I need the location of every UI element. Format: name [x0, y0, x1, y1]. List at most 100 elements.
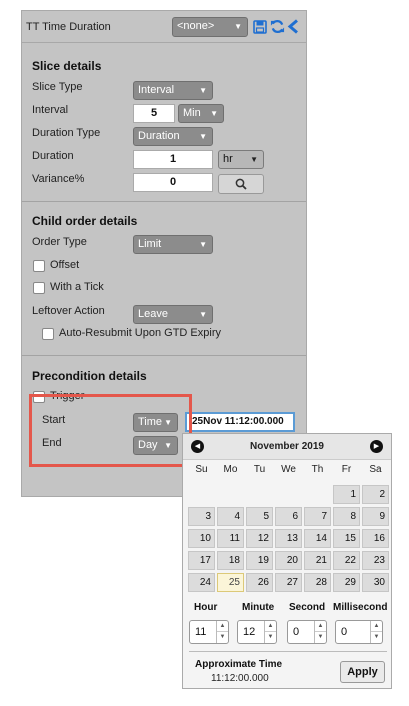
calendar-day[interactable]: 20: [275, 551, 302, 570]
auto-resubmit-checkbox[interactable]: [42, 328, 54, 340]
millisecond-stepper[interactable]: 0 ▲ ▼: [335, 620, 383, 644]
with-tick-checkbox[interactable]: [33, 282, 45, 294]
calendar-day[interactable]: 16: [362, 529, 389, 548]
weekday-label: We: [281, 464, 296, 475]
calendar-day[interactable]: 28: [304, 573, 331, 592]
calendar-day[interactable]: 1: [333, 485, 360, 504]
stepper-up-icon[interactable]: ▲: [371, 621, 382, 632]
calendar-day[interactable]: 9: [362, 507, 389, 526]
weekday-label: Th: [311, 464, 324, 475]
panel-title: TT Time Duration: [26, 21, 111, 33]
slice-details-title: Slice details: [32, 59, 102, 73]
stepper-down-icon[interactable]: ▼: [265, 632, 276, 643]
calendar-day[interactable]: 22: [333, 551, 360, 570]
template-select[interactable]: <none> ▼: [172, 17, 248, 37]
calendar-day[interactable]: 3: [188, 507, 215, 526]
weekday-label: Tu: [253, 464, 266, 475]
section-divider: [22, 201, 306, 202]
calendar-day[interactable]: 26: [246, 573, 273, 592]
weekday-label: Sa: [369, 464, 382, 475]
millisecond-value: 0: [341, 626, 348, 638]
duration-type-select[interactable]: Duration ▼: [133, 127, 213, 146]
approx-time-value: 11:12:00.000: [211, 673, 269, 684]
minute-stepper[interactable]: 12 ▲ ▼: [237, 620, 277, 644]
calendar-day[interactable]: 19: [246, 551, 273, 570]
variance-input[interactable]: 0: [133, 173, 213, 192]
calendar-day[interactable]: 7: [304, 507, 331, 526]
hour-value: 11: [195, 626, 207, 638]
order-type-label: Order Type: [32, 236, 87, 248]
duration-type-value: Duration: [138, 130, 180, 142]
weekday-label: Fr: [341, 464, 352, 475]
leftover-action-select[interactable]: Leave ▼: [133, 305, 213, 324]
next-month-icon[interactable]: ▶: [370, 440, 383, 453]
calendar-day[interactable]: 17: [188, 551, 215, 570]
stepper-down-icon[interactable]: ▼: [371, 632, 382, 643]
slice-type-select[interactable]: Interval ▼: [133, 81, 213, 100]
second-stepper[interactable]: 0 ▲ ▼: [287, 620, 327, 644]
search-button[interactable]: [218, 174, 264, 194]
calendar-day[interactable]: 8: [333, 507, 360, 526]
duration-input[interactable]: 1: [133, 150, 213, 169]
weekday-label: Su: [195, 464, 208, 475]
calendar-day[interactable]: 21: [304, 551, 331, 570]
calendar-day[interactable]: 10: [188, 529, 215, 548]
calendar-day[interactable]: 2: [362, 485, 389, 504]
calendar-day[interactable]: 4: [217, 507, 244, 526]
stepper-down-icon[interactable]: ▼: [217, 632, 228, 643]
chevron-down-icon: ▼: [250, 155, 258, 164]
child-order-title: Child order details: [32, 214, 138, 228]
stepper-up-icon[interactable]: ▲: [315, 621, 326, 632]
stepper-down-icon[interactable]: ▼: [315, 632, 326, 643]
calendar-day[interactable]: 13: [275, 529, 302, 548]
millisecond-label: Millisecond: [333, 602, 388, 613]
interval-unit-select[interactable]: Min ▼: [178, 104, 224, 123]
start-datetime-input[interactable]: 25Nov 11:12:00.000: [185, 412, 295, 432]
calendar-day[interactable]: 30: [362, 573, 389, 592]
second-stepper-controls: ▲ ▼: [314, 621, 326, 643]
calendar-day-today[interactable]: 25: [217, 573, 244, 592]
save-icon[interactable]: [253, 20, 267, 34]
duration-type-label: Duration Type: [32, 127, 101, 139]
calendar-day[interactable]: 12: [246, 529, 273, 548]
refresh-icon[interactable]: [270, 19, 285, 34]
calendar-day[interactable]: 18: [217, 551, 244, 570]
calendar-day[interactable]: 5: [246, 507, 273, 526]
second-label: Second: [289, 602, 326, 613]
interval-input[interactable]: 5: [133, 104, 175, 123]
calendar-day[interactable]: 6: [275, 507, 302, 526]
panel-header: TT Time Duration <none> ▼: [22, 11, 306, 43]
interval-label: Interval: [32, 104, 69, 116]
precondition-title: Precondition details: [32, 369, 147, 383]
picker-divider: [189, 651, 387, 652]
calendar-day[interactable]: 24: [188, 573, 215, 592]
stepper-up-icon[interactable]: ▲: [217, 621, 228, 632]
chevron-down-icon: ▼: [199, 310, 207, 319]
duration-label: Duration: [32, 150, 74, 162]
minute-value: 12: [243, 626, 256, 638]
search-icon: [235, 178, 247, 190]
apply-button[interactable]: Apply: [340, 661, 385, 683]
template-select-value: <none>: [177, 20, 215, 32]
leftover-action-label: Leftover Action: [32, 305, 105, 317]
calendar-day[interactable]: 23: [362, 551, 389, 570]
offset-label: Offset: [50, 259, 80, 271]
calendar-day[interactable]: 15: [333, 529, 360, 548]
slice-type-label: Slice Type: [32, 81, 83, 93]
calendar-day[interactable]: 27: [275, 573, 302, 592]
order-type-value: Limit: [138, 238, 162, 250]
calendar-day[interactable]: 14: [304, 529, 331, 548]
calendar-day[interactable]: 29: [333, 573, 360, 592]
leftover-action-value: Leave: [138, 308, 168, 320]
back-chevron-icon[interactable]: [287, 19, 299, 34]
order-type-select[interactable]: Limit ▼: [133, 235, 213, 254]
hour-stepper[interactable]: 11 ▲ ▼: [189, 620, 229, 644]
duration-unit-select[interactable]: hr ▼: [218, 150, 264, 169]
with-tick-label: With a Tick: [50, 281, 104, 293]
offset-checkbox[interactable]: [33, 260, 45, 272]
variance-label: Variance%: [32, 173, 85, 185]
calendar-day[interactable]: 11: [217, 529, 244, 548]
minute-stepper-controls: ▲ ▼: [264, 621, 276, 643]
stepper-up-icon[interactable]: ▲: [265, 621, 276, 632]
millisecond-stepper-controls: ▲ ▼: [370, 621, 382, 643]
